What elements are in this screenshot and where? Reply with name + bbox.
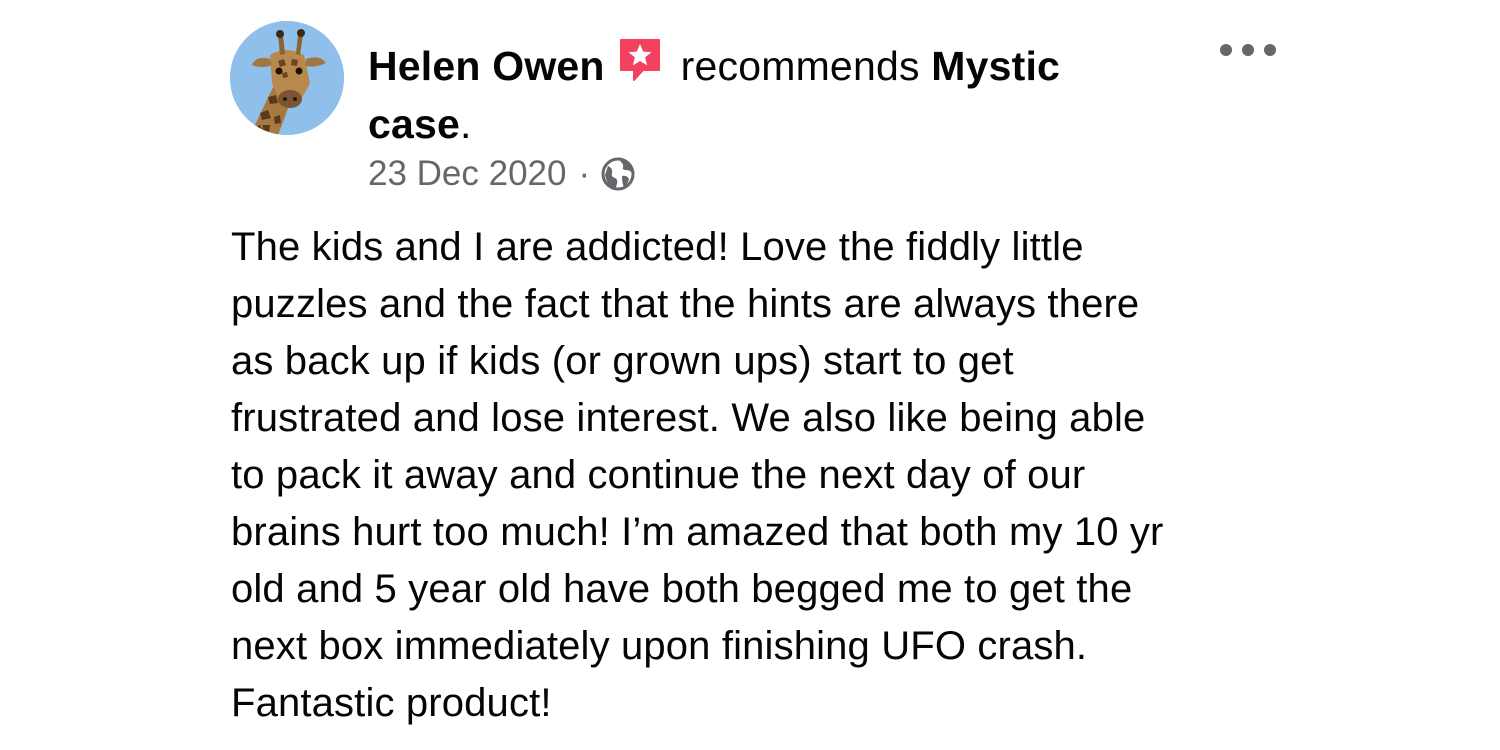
post-date[interactable]: 23 Dec 2020 [368,152,566,196]
globe-icon[interactable] [600,156,636,192]
meta-separator: · [578,154,591,193]
post-body-text: The kids and I are addicted! Love the fi… [231,225,1164,725]
more-options-icon-dot [1242,44,1254,56]
more-options-button[interactable] [1220,38,1276,62]
giraffe-avatar-image [230,21,344,135]
recommend-star-icon [617,36,663,84]
review-post: Helen Owen recommends Mystic case. 23 Dec … [0,0,1500,750]
more-options-icon [1220,44,1232,56]
page-name-period: . [460,101,472,147]
author-name[interactable]: Helen Owen [368,43,605,89]
post-meta: 23 Dec 2020 · [368,152,636,196]
avatar[interactable] [230,21,344,135]
more-options-icon-dot [1264,44,1276,56]
post-header: Helen Owen recommends Mystic case. [368,36,1128,153]
recommends-verb: recommends [680,43,920,89]
page-name-link-cont[interactable]: case [368,101,460,147]
page-name-link[interactable]: Mystic [931,43,1060,89]
